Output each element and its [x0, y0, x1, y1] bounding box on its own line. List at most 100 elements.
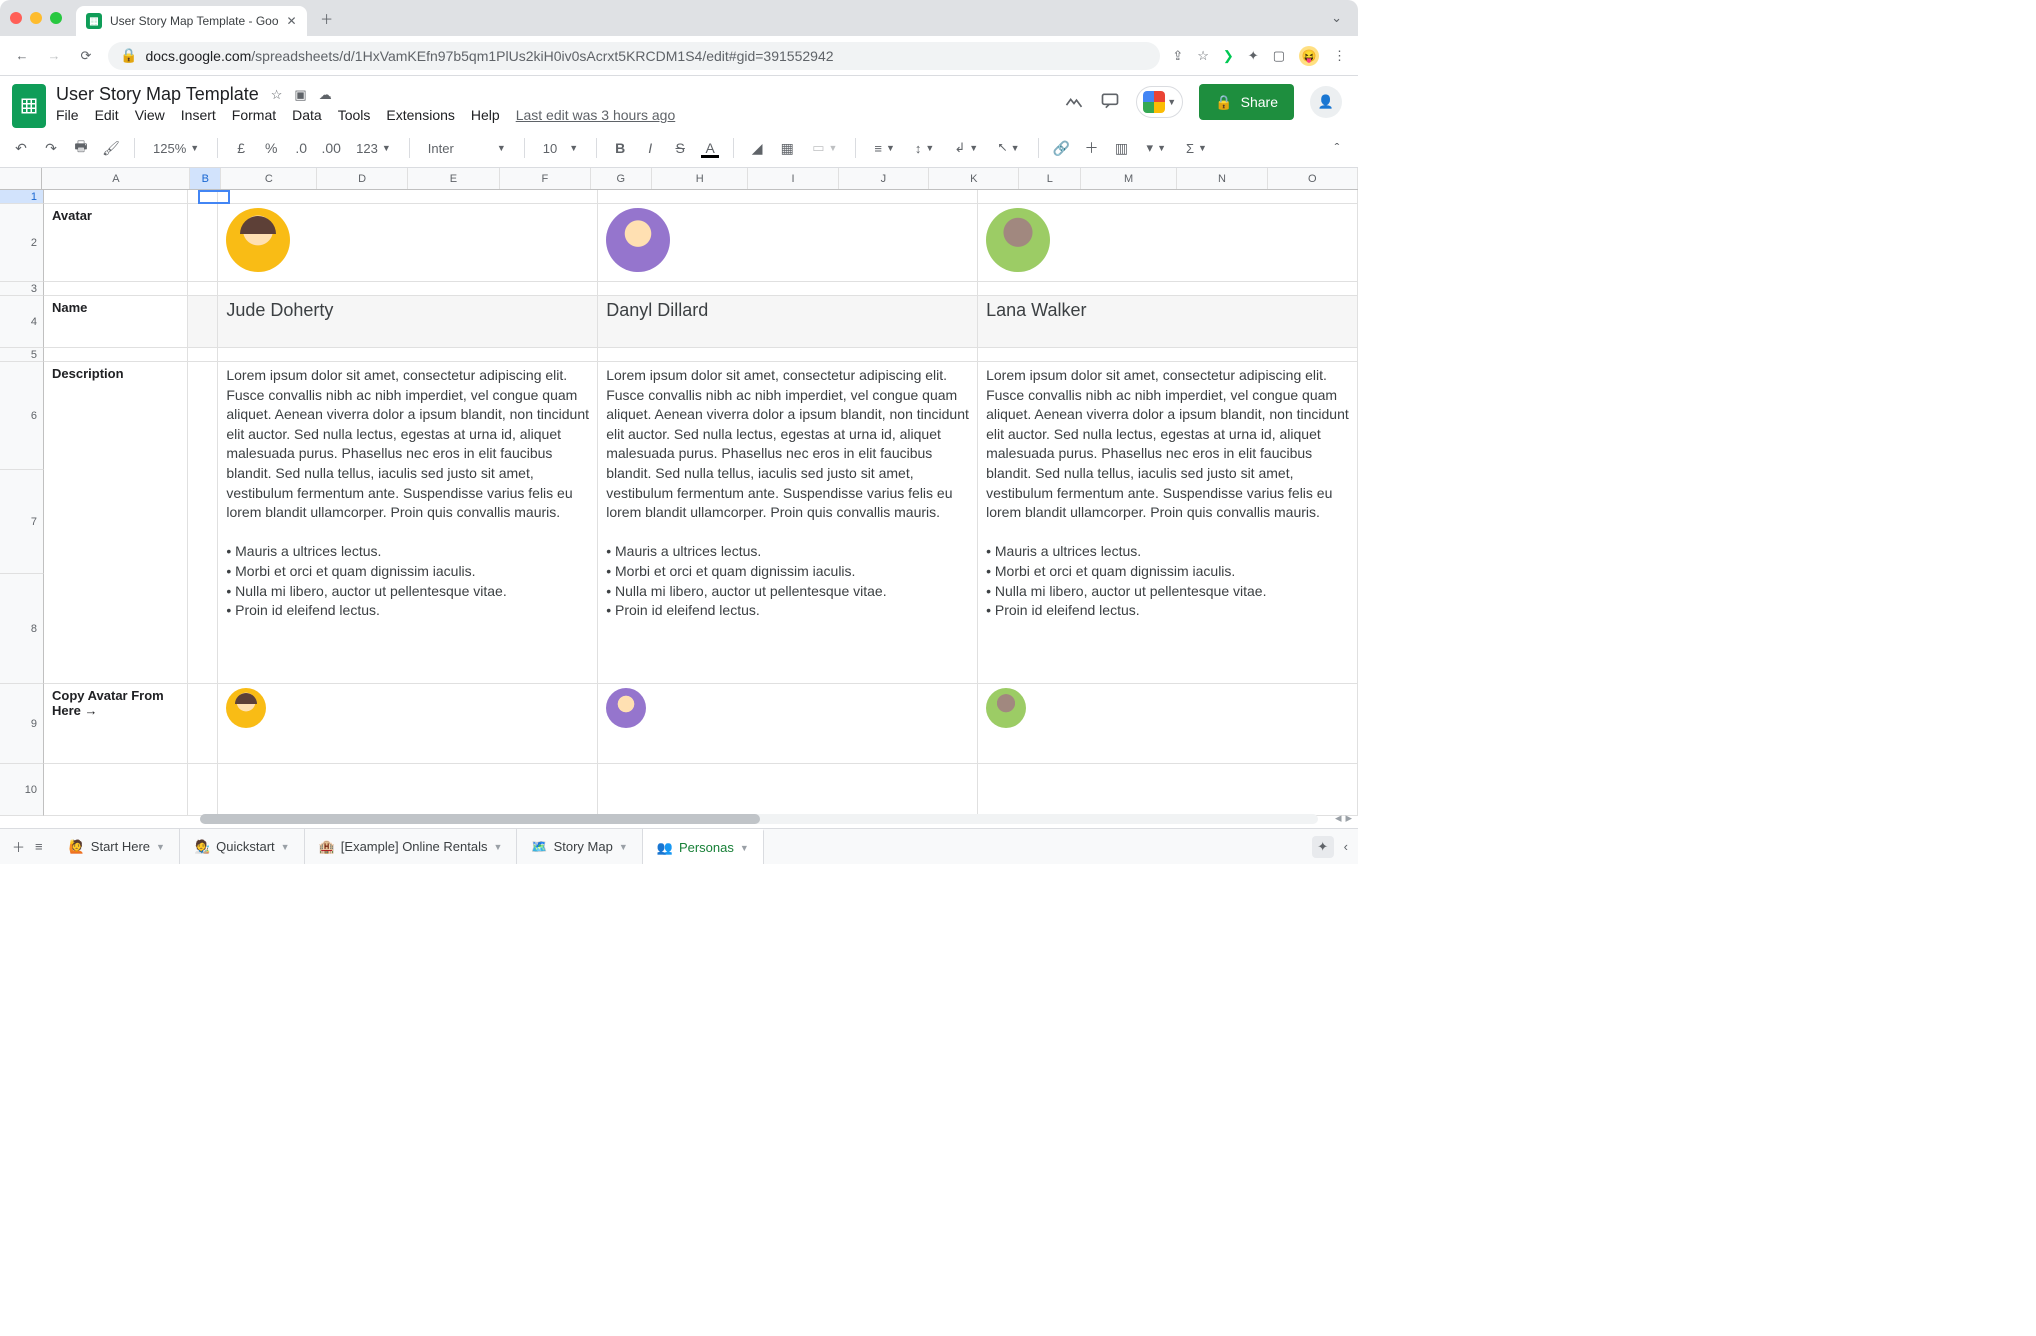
column-header[interactable]: I — [748, 168, 838, 189]
row-header[interactable]: 1 — [0, 190, 44, 204]
sheet-tab-personas[interactable]: 👥 Personas ▼ — [643, 829, 764, 864]
insert-comment-button[interactable]: ＋ — [1081, 137, 1103, 159]
menu-help[interactable]: Help — [471, 107, 500, 123]
sheets-logo-icon[interactable] — [12, 84, 46, 128]
insert-chart-button[interactable]: ▥ — [1111, 137, 1133, 159]
bookmark-star-icon[interactable]: ☆ — [1197, 48, 1209, 64]
menu-edit[interactable]: Edit — [95, 107, 119, 123]
extension-shield-icon[interactable]: ❯ — [1223, 48, 1234, 64]
menu-format[interactable]: Format — [232, 107, 276, 123]
column-header[interactable]: C — [221, 168, 317, 189]
star-document-icon[interactable]: ☆ — [271, 87, 283, 103]
window-zoom-button[interactable] — [50, 12, 62, 24]
add-sheet-button[interactable]: ＋ — [12, 837, 25, 856]
row-label-description[interactable]: Description — [44, 362, 188, 683]
cells-area[interactable]: Avatar Name Jude Doherty Danyl Dillard L… — [44, 190, 1358, 816]
column-header[interactable]: K — [929, 168, 1019, 189]
tab-overflow-button[interactable]: ⌄ — [1325, 4, 1348, 32]
paint-format-button[interactable]: 🖌 — [100, 137, 122, 159]
horizontal-scrollbar[interactable] — [200, 814, 1318, 824]
forward-button[interactable]: → — [44, 46, 64, 66]
column-header[interactable]: H — [652, 168, 748, 189]
menu-view[interactable]: View — [135, 107, 165, 123]
chevron-down-icon[interactable]: ▼ — [740, 843, 749, 853]
chevron-down-icon[interactable]: ▼ — [281, 842, 290, 852]
column-header[interactable]: O — [1268, 168, 1358, 189]
filter-button[interactable]: ▾▼ — [1141, 140, 1172, 156]
new-tab-button[interactable]: ＋ — [313, 4, 341, 32]
functions-button[interactable]: Σ▼ — [1180, 141, 1213, 156]
persona-name[interactable]: Danyl Dillard — [606, 300, 708, 320]
menu-data[interactable]: Data — [292, 107, 322, 123]
row-header[interactable]: 5 — [0, 348, 44, 362]
share-button[interactable]: 🔒 Share — [1199, 84, 1294, 120]
side-panel-icon[interactable]: ▢ — [1273, 48, 1285, 64]
column-header[interactable]: M — [1081, 168, 1177, 189]
row-label-name[interactable]: Name — [44, 296, 188, 347]
zoom-select[interactable]: 125%▼ — [147, 141, 205, 156]
column-header[interactable]: J — [839, 168, 929, 189]
extensions-puzzle-icon[interactable]: ✦ — [1248, 48, 1259, 64]
text-wrap-button[interactable]: ↲▼ — [948, 140, 984, 156]
column-header[interactable]: B — [190, 168, 221, 189]
close-tab-icon[interactable]: ✕ — [287, 14, 297, 28]
bold-button[interactable]: B — [609, 137, 631, 159]
column-header[interactable]: D — [317, 168, 407, 189]
comments-icon[interactable] — [1100, 91, 1120, 114]
explore-button[interactable]: ✦ — [1312, 836, 1334, 858]
row-header[interactable]: 7 — [0, 470, 44, 574]
borders-button[interactable]: ▦ — [776, 137, 798, 159]
last-edit-link[interactable]: Last edit was 3 hours ago — [516, 107, 676, 123]
redo-button[interactable]: ↷ — [40, 137, 62, 159]
all-sheets-button[interactable]: ≡ — [35, 839, 43, 854]
horizontal-scrollbar-thumb[interactable] — [200, 814, 760, 824]
document-title[interactable]: User Story Map Template — [56, 84, 259, 105]
sheet-tab-example-online-rentals[interactable]: 🏨 [Example] Online Rentals ▼ — [305, 829, 518, 864]
row-header[interactable]: 4 — [0, 296, 44, 348]
vertical-align-button[interactable]: ↕▼ — [909, 141, 940, 156]
scroll-left-icon[interactable]: ◂ — [1335, 810, 1342, 826]
font-family-select[interactable]: Inter▼ — [422, 141, 512, 156]
menu-insert[interactable]: Insert — [181, 107, 216, 123]
row-header[interactable]: 10 — [0, 764, 44, 816]
menu-file[interactable]: File — [56, 107, 79, 123]
persona-description[interactable]: Lorem ipsum dolor sit amet, consectetur … — [606, 366, 969, 621]
cloud-status-icon[interactable]: ☁ — [319, 87, 332, 103]
sheet-tab-story-map[interactable]: 🗺️ Story Map ▼ — [517, 829, 642, 864]
number-format-select[interactable]: 123▼ — [350, 141, 397, 156]
persona-description[interactable]: Lorem ipsum dolor sit amet, consectetur … — [986, 366, 1349, 621]
row-header[interactable]: 8 — [0, 574, 44, 684]
share-page-icon[interactable]: ⇪ — [1172, 48, 1183, 64]
row-header[interactable]: 6 — [0, 362, 44, 470]
row-header[interactable]: 9 — [0, 684, 44, 764]
insert-link-button[interactable]: 🔗 — [1051, 137, 1073, 159]
font-size-select[interactable]: 10▼ — [537, 141, 584, 156]
menu-tools[interactable]: Tools — [338, 107, 371, 123]
strikethrough-button[interactable]: S — [669, 137, 691, 159]
menu-extensions[interactable]: Extensions — [386, 107, 454, 123]
increase-decimal-button[interactable]: .00 — [320, 137, 342, 159]
persona-description[interactable]: Lorem ipsum dolor sit amet, consectetur … — [226, 366, 589, 621]
column-header[interactable]: E — [408, 168, 500, 189]
percent-button[interactable]: % — [260, 137, 282, 159]
print-button[interactable]: 🖶 — [70, 137, 92, 159]
chevron-down-icon[interactable]: ▼ — [493, 842, 502, 852]
chrome-menu-icon[interactable]: ⋮ — [1333, 48, 1346, 64]
column-header[interactable]: G — [591, 168, 653, 189]
column-header[interactable]: A — [42, 168, 190, 189]
browser-tab[interactable]: ▦ User Story Map Template - Goo ✕ — [76, 6, 307, 36]
italic-button[interactable]: I — [639, 137, 661, 159]
scroll-tabs-left-icon[interactable]: ‹ — [1344, 839, 1348, 854]
window-close-button[interactable] — [10, 12, 22, 24]
row-label-avatar[interactable]: Avatar — [44, 204, 188, 281]
column-header[interactable]: F — [500, 168, 590, 189]
persona-name[interactable]: Lana Walker — [986, 300, 1086, 320]
sheet-tab-start-here[interactable]: 🙋 Start Here ▼ — [55, 829, 180, 864]
column-header[interactable]: N — [1177, 168, 1267, 189]
row-header[interactable]: 2 — [0, 204, 44, 282]
select-all-corner[interactable] — [0, 168, 42, 189]
text-rotation-button[interactable]: ⭦▼ — [992, 140, 1025, 156]
reload-button[interactable]: ⟳ — [76, 46, 96, 66]
chevron-down-icon[interactable]: ▼ — [156, 842, 165, 852]
fill-color-button[interactable]: ◢ — [746, 137, 768, 159]
